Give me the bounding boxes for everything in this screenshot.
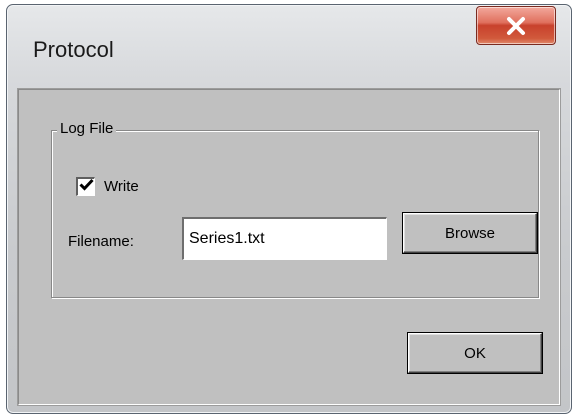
browse-button[interactable]: Browse <box>403 213 537 253</box>
dialog-client-area: Log File Write Filename: Browse OK <box>18 89 560 405</box>
filename-input[interactable] <box>182 217 387 260</box>
write-checkbox[interactable] <box>76 177 95 196</box>
ok-button[interactable]: OK <box>408 333 542 373</box>
protocol-dialog-window: Protocol Log File Write Filename: Browse… <box>6 4 572 414</box>
filename-label: Filename: <box>68 233 134 250</box>
close-x-icon <box>505 16 527 36</box>
window-title: Protocol <box>33 37 114 62</box>
log-file-group-label: Log File <box>57 119 117 139</box>
write-checkbox-label[interactable]: Write <box>104 177 139 197</box>
checkmark-icon <box>78 178 94 196</box>
close-button[interactable] <box>476 6 556 45</box>
title-bar[interactable]: Protocol <box>7 5 571 61</box>
